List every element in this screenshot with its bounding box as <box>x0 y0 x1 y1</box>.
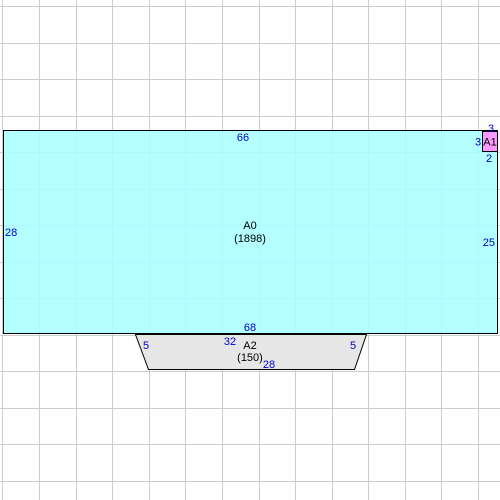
room-a2-dim-bottom: 28 <box>263 359 275 371</box>
room-a2-label: A2 <box>243 340 256 352</box>
room-a2-area: (150) <box>237 352 263 364</box>
room-a0[interactable]: A0 (1898) 66 68 28 25 <box>3 130 498 335</box>
room-a0-shape[interactable] <box>3 130 498 334</box>
room-a2-dim-right: 5 <box>350 340 356 352</box>
room-a1-label: A1 <box>483 137 496 149</box>
room-a0-dim-right: 25 <box>483 237 495 249</box>
room-a0-dim-top: 66 <box>237 132 249 144</box>
room-a0-label: A0 <box>243 220 256 232</box>
room-a1-dim-left: 3 <box>475 137 481 149</box>
room-a2[interactable]: A2 (150) 32 28 5 5 <box>134 334 368 372</box>
room-a1-dim-top: 3 <box>488 123 494 135</box>
room-a0-area: (1898) <box>234 233 266 245</box>
room-a0-dim-left: 28 <box>5 227 17 239</box>
room-a1-dim-bottom: 2 <box>486 153 492 165</box>
room-a2-dim-top: 32 <box>224 336 236 348</box>
floor-plan-canvas[interactable]: A0 (1898) 66 68 28 25 A1 3 3 2 A2 (150) … <box>0 0 500 500</box>
room-a2-dim-left: 5 <box>143 340 149 352</box>
room-a0-dim-bottom: 68 <box>244 322 256 334</box>
